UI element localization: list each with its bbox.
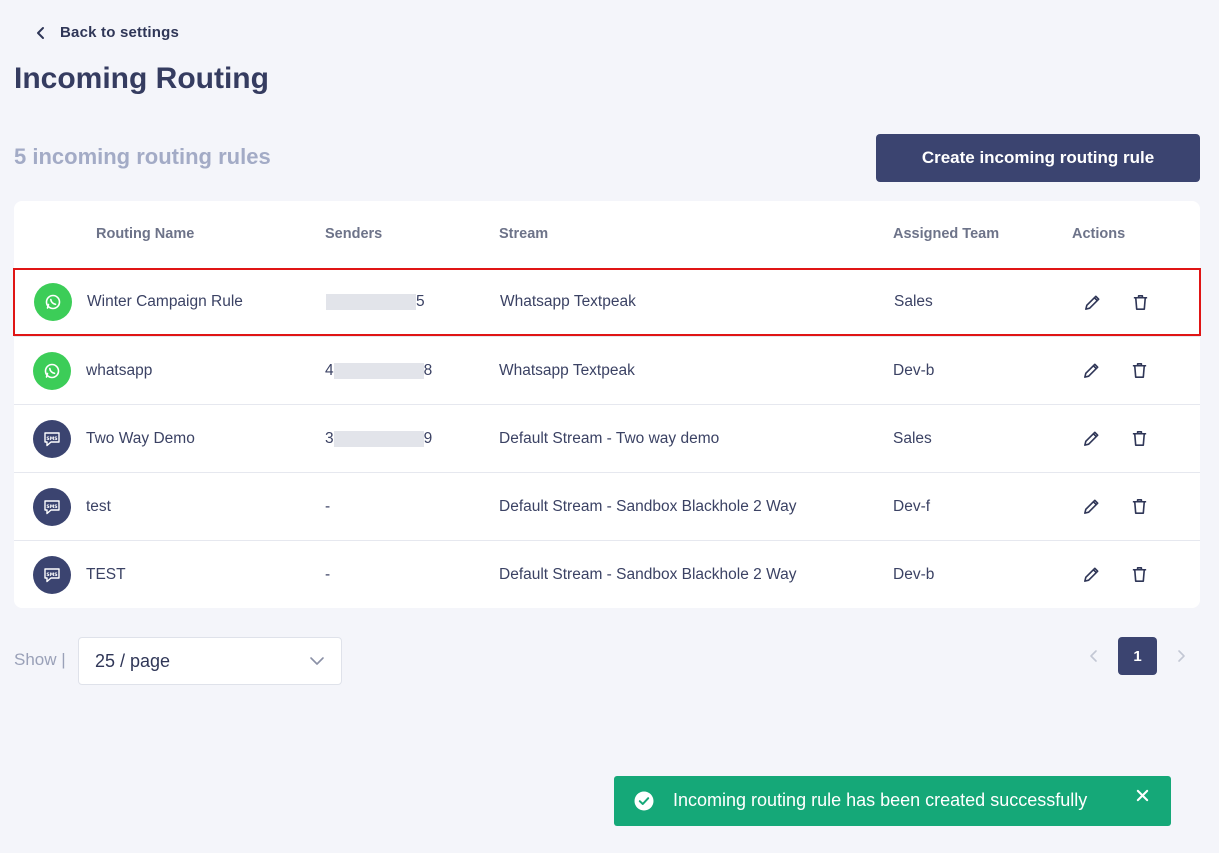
assigned-team: Dev-b — [893, 565, 935, 583]
show-label: Show | — [14, 650, 66, 669]
trash-icon — [1132, 363, 1146, 378]
chevron-left-icon — [1090, 650, 1097, 662]
sender-suffix: 9 — [423, 429, 433, 447]
sender-number: - — [325, 497, 331, 515]
assigned-team: Dev-f — [893, 497, 931, 515]
sms-channel-avatar: SMS — [33, 555, 71, 594]
table-row[interactable]: SMS TEST - Default Stream - Sandbox Blac… — [14, 540, 1200, 608]
routing-name: whatsapp — [86, 361, 153, 379]
create-routing-rule-button[interactable]: Create incoming routing rule — [876, 134, 1200, 182]
assigned-team: Sales — [893, 429, 932, 447]
pencil-icon — [1084, 295, 1099, 310]
delete-button[interactable] — [1128, 564, 1150, 586]
table-header: Routing Name Senders Stream Assigned Tea… — [14, 201, 1200, 268]
edit-button[interactable] — [1080, 564, 1102, 586]
sms-bubble-icon: SMS — [44, 567, 60, 582]
column-header-stream: Stream — [499, 226, 549, 242]
pencil-icon — [1083, 363, 1098, 378]
sender-number: 39 — [325, 430, 432, 448]
pencil-icon — [1083, 499, 1098, 514]
sender-prefix: 4 — [325, 361, 334, 379]
stream-name: Default Stream - Sandbox Blackhole 2 Way — [499, 565, 797, 583]
table-row[interactable]: Winter Campaign Rule 5 Whatsapp Textpeak… — [13, 268, 1201, 336]
column-header-senders: Senders — [325, 226, 383, 242]
redacted-sender-mask — [333, 362, 424, 379]
page-1-button[interactable]: 1 — [1118, 637, 1157, 675]
close-icon — [1136, 789, 1148, 801]
table-row[interactable]: SMS test - Default Stream - Sandbox Blac… — [14, 472, 1200, 540]
svg-text:SMS: SMS — [46, 571, 57, 577]
sender-number: 5 — [326, 293, 425, 311]
redacted-sender-mask — [326, 294, 416, 310]
sender-number: - — [325, 565, 331, 583]
table-row[interactable]: SMS Two Way Demo 39 Default Stream - Two… — [14, 404, 1200, 472]
delete-button[interactable] — [1128, 428, 1150, 450]
delete-button[interactable] — [1128, 360, 1150, 382]
whatsapp-icon — [45, 294, 61, 310]
sender-prefix: 3 — [325, 429, 334, 447]
routing-name: Winter Campaign Rule — [87, 293, 243, 310]
previous-page-button[interactable] — [1084, 646, 1104, 666]
chevron-down-icon — [310, 657, 324, 665]
routing-rules-table: Routing Name Senders Stream Assigned Tea… — [13, 201, 1201, 608]
whatsapp-channel-avatar — [34, 283, 72, 321]
success-toast: Incoming routing rule has been created s… — [614, 776, 1171, 826]
column-header-routing-name: Routing Name — [96, 226, 195, 242]
pencil-icon — [1083, 431, 1098, 446]
trash-icon — [1133, 294, 1147, 310]
routing-name: TEST — [86, 565, 126, 583]
sms-bubble-icon: SMS — [44, 499, 60, 514]
sms-channel-avatar: SMS — [33, 419, 71, 458]
trash-icon — [1132, 431, 1146, 446]
rule-count: 5 incoming routing rules — [14, 144, 271, 169]
trash-icon — [1132, 499, 1146, 514]
page-title: Incoming Routing — [14, 62, 269, 95]
edit-button[interactable] — [1080, 496, 1102, 518]
svg-text:SMS: SMS — [46, 435, 57, 441]
check-circle-icon — [634, 791, 654, 811]
stream-name: Whatsapp Textpeak — [500, 293, 636, 310]
whatsapp-icon — [44, 363, 60, 378]
sms-channel-avatar: SMS — [33, 487, 71, 526]
redacted-sender-mask — [333, 430, 424, 447]
back-to-settings-link[interactable]: Back to settings — [34, 24, 179, 41]
sms-bubble-icon: SMS — [44, 431, 60, 446]
page-size-select[interactable]: 25 / page — [78, 637, 342, 685]
chevron-right-icon — [1178, 650, 1185, 662]
toast-close-button[interactable] — [1133, 786, 1151, 804]
edit-button[interactable] — [1080, 428, 1102, 450]
svg-text:SMS: SMS — [46, 503, 57, 509]
delete-button[interactable] — [1129, 291, 1151, 313]
pencil-icon — [1083, 567, 1098, 582]
chevron-left-icon — [37, 26, 44, 39]
stream-name: Whatsapp Textpeak — [499, 361, 635, 379]
sender-number: 48 — [325, 362, 432, 380]
whatsapp-channel-avatar — [33, 351, 71, 390]
column-header-assigned-team: Assigned Team — [893, 226, 1000, 242]
sender-suffix: 8 — [423, 361, 433, 379]
assigned-team: Sales — [894, 293, 933, 310]
delete-button[interactable] — [1128, 496, 1150, 518]
next-page-button[interactable] — [1171, 646, 1191, 666]
table-row[interactable]: whatsapp 48 Whatsapp Textpeak Dev-b — [14, 336, 1200, 404]
page-size-value: 25 / page — [95, 650, 171, 671]
sender-suffix: 5 — [416, 293, 425, 310]
back-link-label: Back to settings — [60, 24, 180, 41]
toast-message: Incoming routing rule has been created s… — [673, 790, 1088, 810]
stream-name: Default Stream - Sandbox Blackhole 2 Way — [499, 497, 797, 515]
column-header-actions: Actions — [1072, 226, 1126, 242]
stream-name: Default Stream - Two way demo — [499, 429, 720, 447]
routing-name: test — [86, 497, 111, 515]
edit-button[interactable] — [1080, 360, 1102, 382]
edit-button[interactable] — [1081, 291, 1103, 313]
assigned-team: Dev-b — [893, 361, 935, 379]
routing-name: Two Way Demo — [86, 429, 195, 447]
trash-icon — [1132, 567, 1146, 582]
